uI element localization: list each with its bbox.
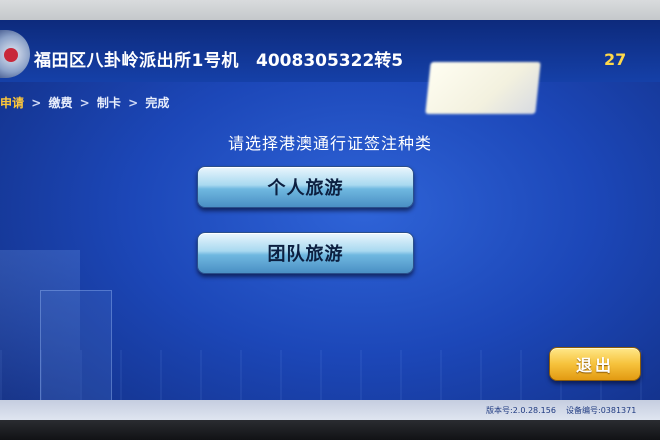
group-travel-button[interactable]: 团队旅游 [197,232,414,274]
screen-glare [425,62,541,114]
breadcrumb-step-pay: 缴费 [48,96,73,110]
breadcrumb-step-card: 制卡 [96,96,121,110]
personal-travel-button[interactable]: 个人旅游 [197,166,414,208]
exit-button[interactable]: 退出 [549,347,641,381]
monitor-bezel-bottom [0,420,660,440]
breadcrumb-separator: > [31,96,42,110]
station-title: 福田区八卦岭派出所1号机 [34,51,239,71]
countdown-timer: 27 [604,50,627,69]
breadcrumb-step-done: 完成 [145,96,170,110]
breadcrumb-separator: > [128,96,139,110]
hotline-number: 4008305322转5 [256,51,404,71]
breadcrumb-separator: > [79,96,90,110]
breadcrumb-step-apply: 申请 [0,96,25,110]
kiosk-screen: 福田区八卦岭派出所1号机 4008305322转5 27 申请 > 缴费 > 制… [0,20,660,440]
endorsement-prompt: 请选择港澳通行证签注种类 [227,134,432,153]
emblem-core [4,48,18,62]
device-id: 设备编号:0381371 [566,406,637,415]
version-number: 版本号:2.0.28.156 [486,406,556,415]
monitor-bezel-top [0,0,660,22]
breadcrumb: 申请 > 缴费 > 制卡 > 完成 [0,94,172,110]
footer-bar [0,400,660,420]
